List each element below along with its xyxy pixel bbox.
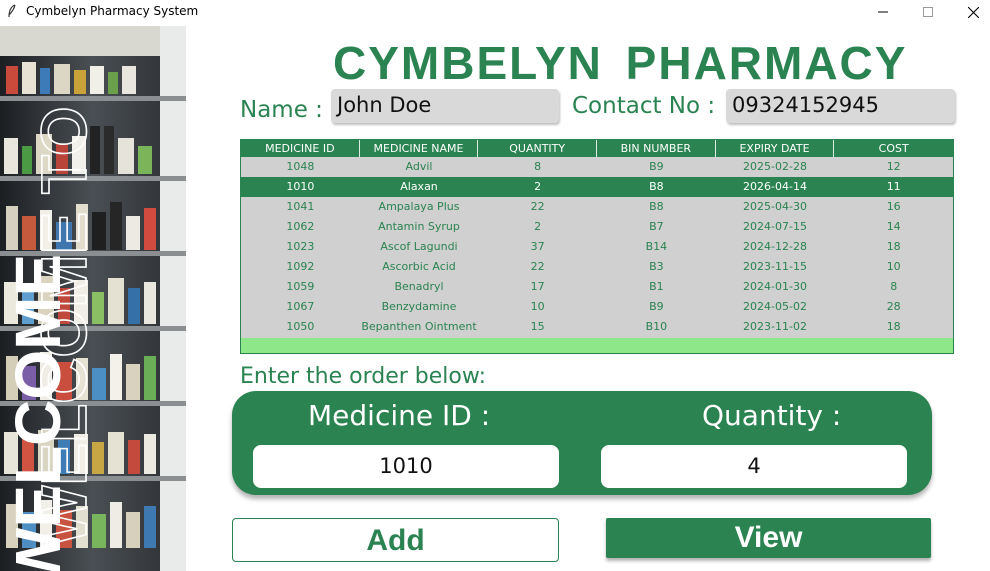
welcome-solid-text: WELCOME <box>2 254 74 571</box>
add-button[interactable]: Add <box>232 518 559 562</box>
cell-bin-number: B8 <box>649 180 664 193</box>
cell-medicine-id: 1092 <box>286 260 315 273</box>
cell-medicine-name: Advil <box>405 160 433 173</box>
column-header[interactable]: QUANTITY <box>478 140 598 157</box>
cell-medicine-name: Benadryl <box>394 280 444 293</box>
cell-quantity: 15 <box>530 320 545 333</box>
cell-expiry-date: 2024-01-30 <box>743 280 807 293</box>
quantity-input[interactable]: 4 <box>601 445 907 488</box>
cell-cost: 18 <box>886 240 901 253</box>
cell-medicine-id: 1050 <box>286 320 315 333</box>
cell-medicine-id: 1067 <box>286 300 315 313</box>
cell-cost: 28 <box>886 300 901 313</box>
cell-medicine-id: 1041 <box>286 200 315 213</box>
cell-quantity: 10 <box>530 300 545 313</box>
column-header[interactable]: EXPIRY DATE <box>716 140 835 157</box>
cell-medicine-name: Antamin Syrup <box>378 220 460 233</box>
pharmacy-shelves-photo: WELCOME TO WELCOME <box>0 26 186 571</box>
view-button[interactable]: View <box>606 518 931 558</box>
cell-bin-number: B1 <box>649 280 664 293</box>
cell-quantity: 2 <box>534 180 542 193</box>
title-bar: Cymbelyn Pharmacy System <box>0 0 990 24</box>
table-row[interactable]: 1062 Antamin Syrup 2 B7 2024-07-15 14 <box>241 217 953 237</box>
cell-bin-number: B9 <box>649 160 664 173</box>
cell-bin-number: B8 <box>649 200 664 213</box>
medicine-table[interactable]: MEDICINE ID MEDICINE NAME QUANTITY BIN N… <box>240 139 954 354</box>
cell-medicine-name: Alaxan <box>400 180 438 193</box>
cell-bin-number: B14 <box>645 240 668 253</box>
welcome-banner: WELCOME TO WELCOME <box>0 26 186 571</box>
cell-expiry-date: 2023-11-02 <box>743 320 807 333</box>
table-row[interactable]: 1048 Advil 8 B9 2025-02-28 12 <box>241 157 953 177</box>
cell-medicine-id: 1023 <box>286 240 315 253</box>
cell-bin-number: B10 <box>645 320 668 333</box>
maximize-button[interactable] <box>905 0 951 24</box>
cell-cost: 14 <box>886 220 901 233</box>
cell-medicine-name: Bepanthen Ointment <box>361 320 477 333</box>
column-header[interactable]: BIN NUMBER <box>597 140 716 157</box>
column-header[interactable]: COST <box>834 140 953 157</box>
table-row[interactable]: 1092 Ascorbic Acid 22 B3 2023-11-15 10 <box>241 257 953 277</box>
cell-cost: 16 <box>886 200 901 213</box>
table-row[interactable]: 1023 Ascof Lagundi 37 B14 2024-12-28 18 <box>241 237 953 257</box>
cell-medicine-name: Benzydamine <box>381 300 457 313</box>
cell-medicine-name: Ampalaya Plus <box>378 200 460 213</box>
cell-cost: 11 <box>886 180 901 193</box>
window-title: Cymbelyn Pharmacy System <box>26 4 199 18</box>
contact-number-field[interactable]: 09324152945 <box>726 89 955 123</box>
medicine-id-input[interactable]: 1010 <box>253 445 559 488</box>
cell-bin-number: B3 <box>649 260 664 273</box>
cell-cost: 8 <box>890 280 898 293</box>
table-row[interactable]: 1059 Benadryl 17 B1 2024-01-30 8 <box>241 277 953 297</box>
feather-icon <box>8 4 16 18</box>
cell-expiry-date: 2024-12-28 <box>743 240 807 253</box>
table-body: 1048 Advil 8 B9 2025-02-28 12 1010 Alaxa… <box>241 157 953 337</box>
cell-expiry-date: 2023-11-15 <box>743 260 807 273</box>
column-header[interactable]: MEDICINE NAME <box>360 140 479 157</box>
cell-medicine-id: 1059 <box>286 280 315 293</box>
medicine-id-label: Medicine ID : <box>308 399 491 432</box>
order-panel: Medicine ID : Quantity : 1010 4 <box>232 391 932 495</box>
pharmacy-brand-title: CYMBELYN PHARMACY <box>333 37 908 89</box>
close-icon <box>967 6 979 18</box>
cell-expiry-date: 2024-07-15 <box>743 220 807 233</box>
cell-bin-number: B7 <box>649 220 664 233</box>
cell-cost: 10 <box>886 260 901 273</box>
cell-medicine-id: 1062 <box>286 220 315 233</box>
table-header: MEDICINE ID MEDICINE NAME QUANTITY BIN N… <box>241 140 953 157</box>
cell-medicine-id: 1048 <box>286 160 315 173</box>
cell-quantity: 22 <box>530 260 545 273</box>
cell-expiry-date: 2025-04-30 <box>743 200 807 213</box>
minimize-icon <box>878 11 888 13</box>
close-button[interactable] <box>950 0 990 24</box>
cell-quantity: 8 <box>534 160 542 173</box>
minimize-button[interactable] <box>860 0 906 24</box>
cell-quantity: 22 <box>530 200 545 213</box>
cell-bin-number: B9 <box>649 300 664 313</box>
table-row[interactable]: 1067 Benzydamine 10 B9 2024-05-02 28 <box>241 297 953 317</box>
cell-quantity: 2 <box>534 220 542 233</box>
maximize-icon <box>923 7 933 17</box>
name-label: Name : <box>240 97 323 123</box>
cell-cost: 12 <box>886 160 901 173</box>
cell-expiry-date: 2024-05-02 <box>743 300 807 313</box>
pharmacy-window: Cymbelyn Pharmacy System WELCOME TO WELC… <box>0 0 990 571</box>
table-row-selected[interactable]: 1010 Alaxan 2 B8 2026-04-14 11 <box>241 177 953 197</box>
table-row[interactable]: 1041 Ampalaya Plus 22 B8 2025-04-30 16 <box>241 197 953 217</box>
table-row[interactable]: 1050 Bepanthen Ointment 15 B10 2023-11-0… <box>241 317 953 337</box>
order-prompt: Enter the order below: <box>240 364 487 389</box>
cell-quantity: 17 <box>530 280 545 293</box>
cell-medicine-id: 1010 <box>286 180 315 193</box>
cell-medicine-name: Ascorbic Acid <box>382 260 456 273</box>
quantity-label: Quantity : <box>702 399 842 432</box>
customer-name-field[interactable]: John Doe <box>331 89 559 123</box>
cell-cost: 18 <box>886 320 901 333</box>
column-header[interactable]: MEDICINE ID <box>241 140 360 157</box>
table-footer-bar <box>241 338 953 353</box>
cell-expiry-date: 2025-02-28 <box>743 160 807 173</box>
contact-label: Contact No : <box>572 93 716 119</box>
cell-quantity: 37 <box>530 240 545 253</box>
cell-medicine-name: Ascof Lagundi <box>380 240 458 253</box>
cell-expiry-date: 2026-04-14 <box>743 180 807 193</box>
